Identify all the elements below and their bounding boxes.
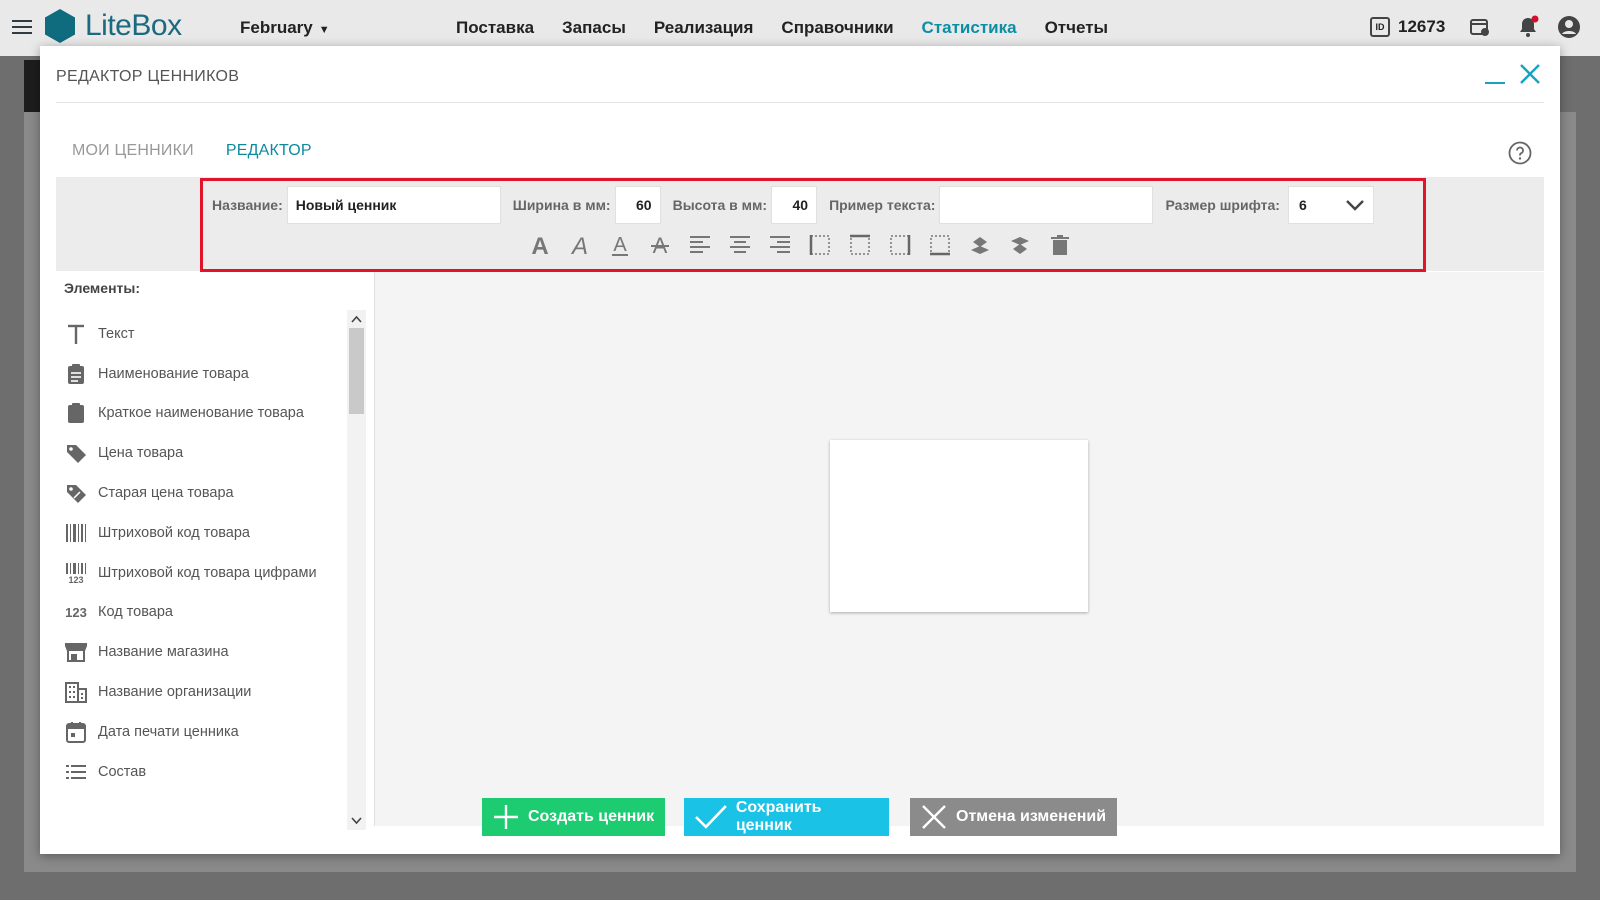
user-avatar-icon[interactable] [1557,15,1581,39]
element-label: Название магазина [98,644,229,661]
save-button-label: Сохранить ценник [735,799,822,834]
element-label: Текст [98,325,135,342]
nav-item-stock[interactable]: Запасы [562,18,626,38]
scroll-down-icon[interactable] [350,815,363,827]
clipboard-icon [64,362,88,386]
hamburger-menu-icon[interactable] [12,20,32,34]
svg-text:123: 123 [65,605,87,620]
numeric-icon: 123 [64,600,88,624]
element-composition[interactable]: Состав [64,752,364,792]
nav-item-reports[interactable]: Отчеты [1045,18,1109,38]
tabs: МОИ ЦЕННИКИ РЕДАКТОР [56,130,328,180]
element-barcode-digits[interactable]: 123 Штриховой код товара цифрами [64,553,364,593]
text-icon [64,322,88,346]
cross-icon [922,805,946,829]
store-icon [64,640,88,664]
elements-list: Текст Наименование товара Краткое наимен… [64,314,364,792]
element-label: Состав [98,763,147,780]
logo-text: LiteBox [85,9,182,42]
minimize-icon[interactable] [1484,64,1506,86]
cancel-button-label: Отмена изменений [956,808,1107,825]
calendar-icon [64,720,88,744]
element-label: Штриховой код товара [98,524,250,541]
element-product-code[interactable]: 123 Код товара [64,593,364,633]
nav-item-sales[interactable]: Реализация [654,18,754,38]
element-label: Наименование товара [98,365,249,382]
nav-item-statistics[interactable]: Статистика [922,18,1017,38]
bell-icon[interactable] [1516,15,1540,39]
main-nav: Поставка Запасы Реализация Справочники С… [456,18,1108,38]
save-price-tag-button[interactable]: Сохранить ценник [684,798,889,836]
elements-scrollbar[interactable] [347,310,366,830]
id-badge-icon: ID [1370,17,1390,37]
close-icon[interactable] [1517,61,1543,87]
svg-text:123: 123 [68,575,83,584]
title-divider [56,102,1544,103]
logo-mark-icon [45,9,75,43]
element-price[interactable]: Цена товара [64,433,364,473]
nav-item-supply[interactable]: Поставка [456,18,534,38]
element-label: Код товара [98,604,173,621]
element-label: Название организации [98,684,252,701]
barcode-digits-icon: 123 [64,561,88,585]
help-icon[interactable] [1508,141,1532,165]
cancel-changes-button[interactable]: Отмена изменений [910,798,1117,836]
tab-editor[interactable]: РЕДАКТОР [209,130,328,180]
elements-heading: Элементы: [64,280,140,296]
element-print-date[interactable]: Дата печати ценника [64,712,364,752]
app-logo[interactable]: LiteBox [45,9,182,43]
create-price-tag-button[interactable]: Создать ценник [482,798,665,836]
building-icon [64,680,88,704]
element-store-name[interactable]: Название магазина [64,632,364,672]
create-button-label: Создать ценник [528,808,655,825]
element-product-name[interactable]: Наименование товара [64,354,364,394]
account-id-value: 12673 [1398,17,1446,36]
list-icon [64,760,88,784]
element-label: Краткое наименование товара [98,405,304,422]
element-short-product-name[interactable]: Краткое наименование товара [64,394,364,434]
toolbar-highlight-frame [200,178,1426,272]
clipboard-icon [64,401,88,425]
element-label: Штриховой код товара цифрами [98,564,317,581]
barcode-icon [64,521,88,545]
nav-item-directories[interactable]: Справочники [781,18,893,38]
element-barcode[interactable]: Штриховой код товара [64,513,364,553]
month-selector[interactable]: February ▼ [240,18,330,38]
modal-title: РЕДАКТОР ЦЕННИКОВ [56,68,240,85]
element-label: Цена товара [98,445,184,462]
caret-down-icon: ▼ [318,24,330,36]
register-icon[interactable] [1468,15,1492,39]
element-organization-name[interactable]: Название организации [64,672,364,712]
element-old-price[interactable]: Старая цена товара [64,473,364,513]
scroll-up-icon[interactable] [350,313,363,325]
month-label: February [240,18,313,37]
scroll-thumb[interactable] [349,328,364,414]
checkmark-icon [695,805,727,829]
element-text[interactable]: Текст [64,314,364,354]
tab-my-price-tags[interactable]: МОИ ЦЕННИКИ [56,130,210,180]
account-id: ID 12673 [1370,17,1445,37]
discount-tag-icon [64,481,88,505]
editor-canvas[interactable] [374,272,1544,826]
price-tag-editor-modal: РЕДАКТОР ЦЕННИКОВ МОИ ЦЕННИКИ РЕДАКТОР Н… [40,46,1560,854]
plus-icon [494,805,518,829]
element-label: Дата печати ценника [98,723,239,740]
price-tag-preview[interactable] [830,440,1088,612]
element-label: Старая цена товара [98,485,234,502]
tag-icon [64,441,88,465]
